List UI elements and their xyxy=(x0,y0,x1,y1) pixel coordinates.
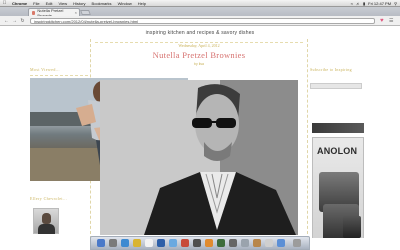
subscribe-heading: Subscribe to Inspiring xyxy=(310,67,352,72)
right-sidebar: Subscribe to Inspiring xyxy=(310,67,370,72)
volume-icon[interactable]: ♬ xyxy=(356,1,360,6)
tab-active[interactable]: Nutella Pretzel Brownie × xyxy=(28,8,80,18)
heart-icon[interactable]: ♥ xyxy=(380,18,384,24)
post-byline: by lisa xyxy=(194,62,204,66)
post-title[interactable]: Nutella Pretzel Brownies xyxy=(90,50,308,60)
favicon-icon xyxy=(32,10,36,15)
browser-toolbar: ← → ↻ inspiringkitchen.com/2012/04/nutel… xyxy=(0,16,400,26)
trash-icon[interactable] xyxy=(293,239,301,247)
sidebar-heading-2: Ellery Chevrolet... xyxy=(30,196,68,201)
new-tab-button[interactable] xyxy=(80,10,91,15)
battery-icon[interactable]: ▮ xyxy=(363,1,365,6)
advertisement[interactable]: ANOLON xyxy=(312,137,364,238)
apple-icon[interactable]:  xyxy=(0,0,9,6)
close-tab-icon[interactable]: × xyxy=(75,10,79,15)
sidebar-banner-image[interactable] xyxy=(312,123,364,133)
profile-body xyxy=(38,224,55,234)
blog-title[interactable]: inspiring kitchen and recipes & savory d… xyxy=(0,30,400,36)
menu-edit[interactable]: Edit xyxy=(43,1,56,6)
itunes-icon[interactable] xyxy=(181,239,189,247)
post-date: Wednesday, April 4, 2012 xyxy=(178,43,220,48)
menu-history[interactable]: History xyxy=(70,1,88,6)
spotlight-icon[interactable]: ⚲ xyxy=(394,1,397,6)
messages-icon[interactable] xyxy=(169,239,177,247)
back-arrow-icon[interactable]: ← xyxy=(3,18,10,24)
menu-status-area: ≈ ♬ ▮ Fri 12:47 PM ⚲ xyxy=(351,1,400,6)
app-store-icon[interactable] xyxy=(241,239,249,247)
left-sidebar: Most Viewed... xyxy=(30,67,88,76)
finder-icon[interactable] xyxy=(97,239,105,247)
address-bar[interactable]: inspiringkitchen.com/2012/04/nutella-pre… xyxy=(30,18,375,24)
photos-icon[interactable] xyxy=(205,239,213,247)
calendar-icon[interactable] xyxy=(145,239,153,247)
ad-cookware-image-3 xyxy=(343,216,361,238)
dock xyxy=(90,236,310,250)
sidebar-heading: Most Viewed... xyxy=(30,67,60,72)
menu-app-name[interactable]: Chrome xyxy=(9,1,30,6)
ad-brand-logo: ANOLON xyxy=(317,146,358,156)
tab-strip: Nutella Pretzel Brownie × xyxy=(0,7,400,18)
chrome-icon[interactable] xyxy=(133,239,141,247)
clock[interactable]: Fri 12:47 PM xyxy=(368,1,391,6)
menu-file[interactable]: File xyxy=(30,1,42,6)
numbers-icon[interactable] xyxy=(217,239,225,247)
safari-icon[interactable] xyxy=(121,239,129,247)
portrait-photo xyxy=(100,80,298,235)
screen:  Chrome File Edit View History Bookmark… xyxy=(0,0,400,250)
menu-window[interactable]: Window xyxy=(115,1,135,6)
system-app-icon[interactable] xyxy=(109,239,117,247)
forward-arrow-icon[interactable]: → xyxy=(11,18,18,24)
menu-bookmarks[interactable]: Bookmarks xyxy=(89,1,115,6)
menu-view[interactable]: View xyxy=(55,1,70,6)
menu-bar:  Chrome File Edit View History Bookmark… xyxy=(0,0,400,7)
preferences-icon[interactable] xyxy=(229,239,237,247)
wifi-icon[interactable]: ≈ xyxy=(351,1,353,6)
profile-head xyxy=(42,213,51,224)
folder-icon[interactable] xyxy=(253,239,261,247)
wrench-icon[interactable]: ☰ xyxy=(389,18,393,24)
profile-photo[interactable] xyxy=(33,208,59,234)
reload-icon[interactable]: ↻ xyxy=(19,18,26,24)
menu-help[interactable]: Help xyxy=(135,1,149,6)
downloads-icon[interactable] xyxy=(277,239,285,247)
terminal-icon[interactable] xyxy=(193,239,201,247)
documents-icon[interactable] xyxy=(265,239,273,247)
subscribe-field[interactable] xyxy=(310,83,362,89)
portrait-photo-art xyxy=(100,80,298,235)
mail-icon[interactable] xyxy=(157,239,165,247)
sidebar-divider xyxy=(30,75,88,76)
